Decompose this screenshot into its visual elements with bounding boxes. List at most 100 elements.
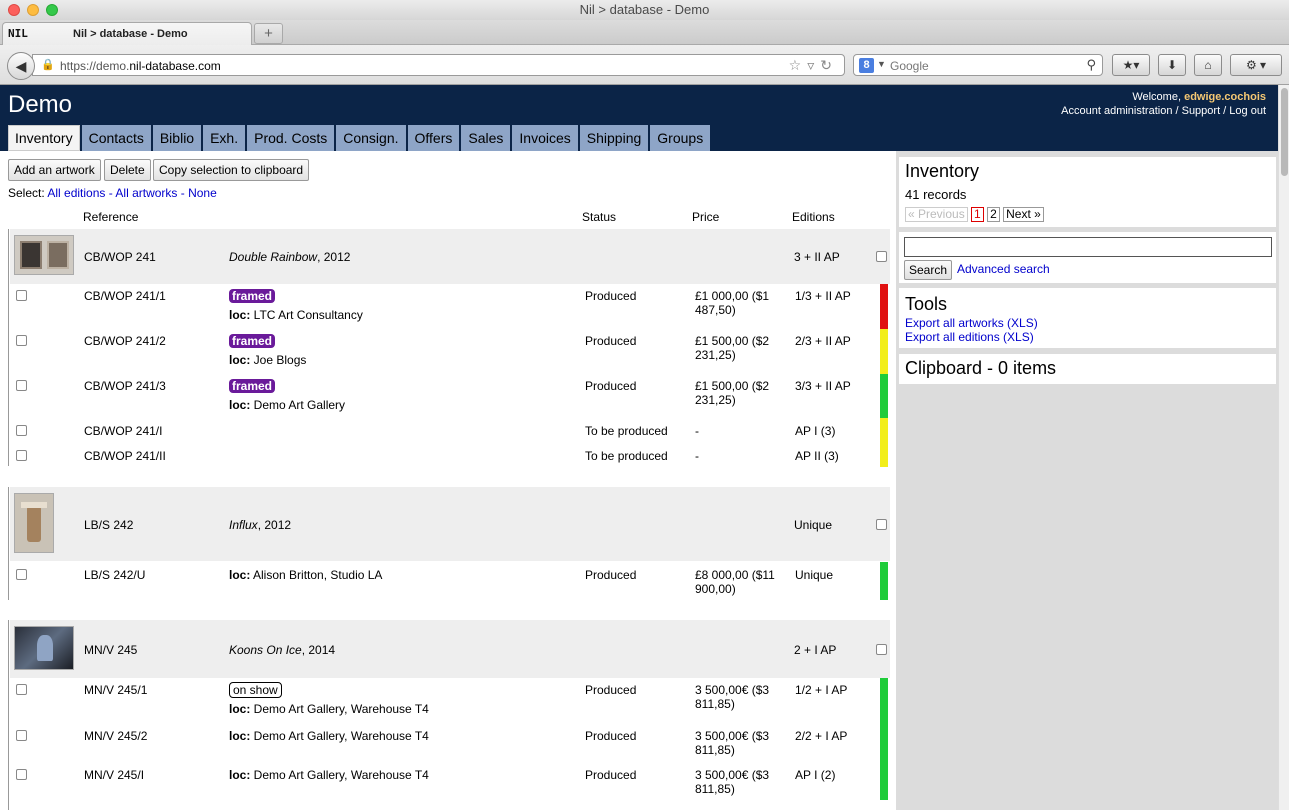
artwork-checkbox[interactable] <box>876 644 887 655</box>
bookmarks-button[interactable]: ★▾ <box>1112 54 1150 76</box>
edition-row[interactable]: MN/V 245/2 loc: Demo Art Gallery, Wareho… <box>8 723 888 762</box>
tools-panel: Tools Export all artworks (XLS) Export a… <box>899 288 1276 348</box>
edition-row[interactable]: CB/WOP 241/II To be produced - AP II (3) <box>8 443 888 467</box>
tab-exhibitions[interactable]: Exh. <box>203 125 246 151</box>
edition-status: Produced <box>585 729 637 743</box>
downloads-button[interactable]: ⬇ <box>1158 54 1186 76</box>
edition-status: Produced <box>585 289 637 303</box>
username-link[interactable]: edwige.cochois <box>1184 91 1266 103</box>
tab-groups[interactable]: Groups <box>650 125 711 151</box>
advanced-search-link[interactable]: Advanced search <box>957 262 1050 276</box>
artwork-checkbox[interactable] <box>876 251 887 262</box>
tab-biblio[interactable]: Biblio <box>152 125 202 151</box>
edition-reference: MN/V 245/1 <box>84 683 148 697</box>
addon-button[interactable]: ⚙ ▾ <box>1230 54 1282 76</box>
artwork-title[interactable]: Koons On Ice, 2014 <box>229 643 335 657</box>
artwork-row[interactable]: CB/WOP 241 Double Rainbow, 2012 3 + II A… <box>10 229 890 284</box>
page-2-button[interactable]: 2 <box>987 207 1000 222</box>
artwork-title[interactable]: Double Rainbow, 2012 <box>229 250 350 264</box>
account-links[interactable]: Account administration / Support / Log o… <box>1061 104 1266 118</box>
new-tab-button[interactable]: + <box>254 23 283 44</box>
back-button[interactable]: ◀ <box>7 52 35 80</box>
edition-checkbox[interactable] <box>16 684 27 695</box>
bookmark-star-icon[interactable]: ☆ <box>789 57 808 73</box>
history-dropdown-icon[interactable]: ▿ <box>807 57 820 73</box>
zoom-window-icon[interactable] <box>46 4 58 16</box>
artwork-thumbnail[interactable] <box>14 626 74 670</box>
edition-checkbox[interactable] <box>16 450 27 461</box>
edition-row[interactable]: MN/V 245/1 on show loc: Demo Art Gallery,… <box>8 678 888 723</box>
edition-checkbox[interactable] <box>16 730 27 741</box>
inventory-search-input[interactable] <box>904 237 1272 257</box>
select-none-link[interactable]: None <box>188 186 217 200</box>
edition-status: Produced <box>585 568 637 582</box>
export-artworks-link[interactable]: Export all artworks (XLS) <box>905 316 1038 330</box>
tab-invoices[interactable]: Invoices <box>512 125 578 151</box>
browser-tab[interactable]: NIL Nil > database - Demo <box>2 22 252 46</box>
browser-search-bar[interactable]: 8 ▼ Google ⚲ <box>853 54 1103 76</box>
edition-reference: CB/WOP 241/2 <box>84 334 166 348</box>
tab-prod-costs[interactable]: Prod. Costs <box>247 125 335 151</box>
tab-contacts[interactable]: Contacts <box>81 125 151 151</box>
page-1-button[interactable]: 1 <box>971 207 984 222</box>
browser-navbar: 🔒 https://demo.nil-database.com ☆▿↻ ◀ 8 … <box>0 45 1289 85</box>
window-titlebar: Nil > database - Demo <box>0 0 1289 20</box>
artwork-reference: MN/V 245 <box>84 643 138 657</box>
status-color-bar <box>880 329 888 374</box>
column-status: Status <box>582 210 617 224</box>
tab-inventory[interactable]: Inventory <box>8 125 80 151</box>
home-button[interactable]: ⌂ <box>1194 54 1222 76</box>
artwork-checkbox[interactable] <box>876 519 887 530</box>
artwork-reference: CB/WOP 241 <box>84 250 156 264</box>
edition-row[interactable]: MN/V 245/I loc: Demo Art Gallery, Wareho… <box>8 762 888 800</box>
edition-number: AP I (2) <box>795 768 836 782</box>
search-icon[interactable]: ⚲ <box>1086 57 1096 73</box>
tab-sales[interactable]: Sales <box>461 125 511 151</box>
edition-row[interactable]: CB/WOP 241/I To be produced - AP I (3) <box>8 418 888 443</box>
reload-icon[interactable]: ↻ <box>820 57 838 73</box>
artwork-title[interactable]: Influx, 2012 <box>229 518 291 532</box>
export-editions-link[interactable]: Export all editions (XLS) <box>905 330 1034 344</box>
status-color-bar <box>880 762 888 800</box>
artwork-editions: 2 + I AP <box>794 643 837 657</box>
edition-checkbox[interactable] <box>16 290 27 301</box>
page-scrollbar[interactable] <box>1278 85 1289 810</box>
select-all-artworks-link[interactable]: All artworks <box>115 186 177 200</box>
artwork-row[interactable]: LB/S 242 Influx, 2012 Unique <box>10 487 890 561</box>
edition-status: Produced <box>585 768 637 782</box>
edition-checkbox[interactable] <box>16 380 27 391</box>
tab-shipping[interactable]: Shipping <box>579 125 649 151</box>
artwork-thumbnail[interactable] <box>14 493 54 553</box>
edition-reference: CB/WOP 241/3 <box>84 379 166 393</box>
painting-image <box>47 241 69 269</box>
column-editions: Editions <box>792 210 835 224</box>
edition-checkbox[interactable] <box>16 425 27 436</box>
engine-dropdown-icon[interactable]: ▼ <box>877 59 886 69</box>
scrollbar-thumb[interactable] <box>1281 88 1288 176</box>
delete-button[interactable]: Delete <box>104 159 151 181</box>
artwork-row[interactable]: MN/V 245 Koons On Ice, 2014 2 + I AP <box>10 620 890 678</box>
copy-to-clipboard-button[interactable]: Copy selection to clipboard <box>153 159 310 181</box>
edition-row[interactable]: CB/WOP 241/1 framed loc: LTC Art Consulta… <box>8 284 888 329</box>
select-all-editions-link[interactable]: All editions <box>47 186 105 200</box>
add-artwork-button[interactable]: Add an artwork <box>8 159 101 181</box>
edition-row[interactable]: CB/WOP 241/3 framed loc: Demo Art Gallery… <box>8 374 888 418</box>
minimize-window-icon[interactable] <box>27 4 39 16</box>
edition-checkbox[interactable] <box>16 769 27 780</box>
edition-checkbox[interactable] <box>16 335 27 346</box>
close-window-icon[interactable] <box>8 4 20 16</box>
back-arrow-icon: ◀ <box>15 58 27 74</box>
tab-consign[interactable]: Consign. <box>336 125 406 151</box>
edition-row[interactable]: LB/S 242/U loc: Alison Britton, Studio L… <box>8 562 888 600</box>
url-bar[interactable]: 🔒 https://demo.nil-database.com ☆▿↻ <box>32 54 845 76</box>
search-engine-icon[interactable]: 8 <box>859 58 874 73</box>
artwork-thumbnail[interactable] <box>14 235 74 275</box>
search-button[interactable]: Search <box>904 260 953 280</box>
edition-location: framed loc: Demo Art Gallery <box>229 379 346 412</box>
framed-badge: framed <box>229 289 276 303</box>
status-color-bar <box>880 374 888 418</box>
edition-row[interactable]: CB/WOP 241/2 framed loc: Joe Blogs Produc… <box>8 329 888 374</box>
edition-checkbox[interactable] <box>16 569 27 580</box>
next-page-button[interactable]: Next » <box>1003 207 1044 222</box>
tab-offers[interactable]: Offers <box>407 125 460 151</box>
